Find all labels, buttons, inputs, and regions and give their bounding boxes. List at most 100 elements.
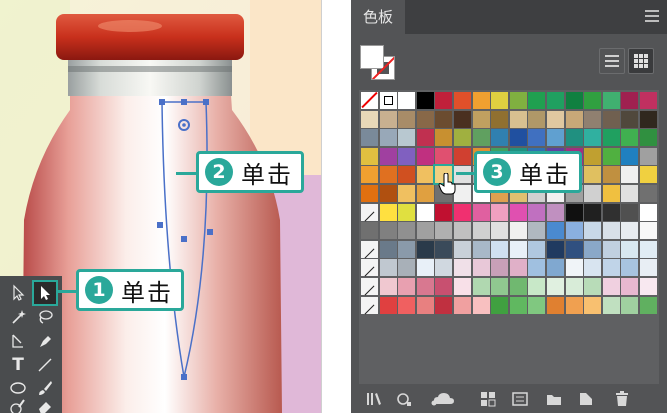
swatch[interactable] <box>435 129 453 147</box>
swatch[interactable] <box>547 92 564 109</box>
swatch[interactable] <box>509 92 527 109</box>
swatch[interactable] <box>491 259 509 277</box>
swatch[interactable] <box>379 240 397 258</box>
swatch[interactable] <box>454 259 471 277</box>
swatch[interactable] <box>640 278 657 295</box>
swatch[interactable] <box>584 278 602 295</box>
artboard-canvas[interactable]: 2 单击 T 1 单击 <box>0 0 322 413</box>
swatch-none[interactable] <box>361 92 378 109</box>
swatch[interactable] <box>640 222 657 240</box>
swatch[interactable] <box>416 203 434 221</box>
swatch[interactable] <box>584 185 602 202</box>
swatch[interactable] <box>454 296 471 314</box>
swatch[interactable] <box>472 203 490 221</box>
swatch[interactable] <box>528 296 546 314</box>
swatch[interactable] <box>640 92 657 109</box>
swatch[interactable] <box>509 203 527 221</box>
swatch[interactable] <box>398 296 416 314</box>
swatch[interactable] <box>398 92 416 109</box>
pen-anchor-tool[interactable] <box>7 330 29 352</box>
magic-wand-tool[interactable] <box>7 306 29 328</box>
swatch[interactable] <box>491 203 509 221</box>
swatch[interactable] <box>509 296 527 314</box>
swatch[interactable] <box>472 129 490 147</box>
swatch[interactable] <box>621 278 639 295</box>
swatch[interactable] <box>398 147 416 165</box>
swatch[interactable] <box>528 278 546 295</box>
tab-swatches[interactable]: 色板 <box>351 0 405 34</box>
swatch[interactable] <box>621 222 639 240</box>
trash-icon[interactable] <box>613 390 631 408</box>
swatch[interactable] <box>491 222 509 240</box>
swatch[interactable] <box>640 185 657 202</box>
swatch[interactable] <box>435 222 453 240</box>
swatch[interactable] <box>584 203 602 221</box>
swatch[interactable] <box>435 92 453 109</box>
swatch[interactable] <box>416 240 434 258</box>
swatch[interactable] <box>491 278 509 295</box>
cc-library-icon[interactable] <box>431 390 457 408</box>
swatch[interactable] <box>621 296 639 314</box>
swatch[interactable] <box>547 259 564 277</box>
swatch[interactable] <box>491 240 509 258</box>
swatch[interactable] <box>602 203 620 221</box>
swatch[interactable] <box>398 259 416 277</box>
swatch[interactable] <box>509 259 527 277</box>
swatch[interactable] <box>416 259 434 277</box>
swatch[interactable] <box>416 185 434 202</box>
swatch[interactable] <box>416 278 434 295</box>
swatch[interactable] <box>640 166 657 184</box>
swatch[interactable] <box>454 129 471 147</box>
swatch[interactable] <box>379 203 397 221</box>
swatch[interactable] <box>361 185 378 202</box>
type-tool[interactable]: T <box>7 354 29 376</box>
swatch[interactable] <box>584 147 602 165</box>
swatch[interactable] <box>379 147 397 165</box>
swatch[interactable] <box>602 147 620 165</box>
new-folder-icon[interactable] <box>545 390 563 408</box>
swatch[interactable] <box>491 110 509 128</box>
swatch[interactable] <box>398 129 416 147</box>
swatch[interactable] <box>379 110 397 128</box>
swatch[interactable] <box>454 147 471 165</box>
swatch[interactable] <box>398 278 416 295</box>
swatch[interactable] <box>565 222 583 240</box>
swatch[interactable] <box>584 129 602 147</box>
swatch[interactable] <box>640 240 657 258</box>
swatch[interactable] <box>621 203 639 221</box>
swatch[interactable] <box>454 222 471 240</box>
swatch[interactable] <box>398 185 416 202</box>
swatch[interactable] <box>640 203 657 221</box>
swatch[interactable] <box>565 92 583 109</box>
swatch[interactable] <box>602 259 620 277</box>
swatch[interactable] <box>584 92 602 109</box>
line-tool[interactable] <box>34 354 56 376</box>
swatch[interactable] <box>398 110 416 128</box>
swatch[interactable] <box>361 129 378 147</box>
swatch[interactable] <box>454 110 471 128</box>
list-view-button[interactable] <box>599 48 625 74</box>
grid-view-button[interactable] <box>628 48 654 74</box>
swatch-registration[interactable] <box>379 92 397 109</box>
swatch[interactable] <box>547 278 564 295</box>
swatch[interactable] <box>565 240 583 258</box>
swatch[interactable] <box>379 166 397 184</box>
swatch[interactable] <box>416 129 434 147</box>
swatch[interactable] <box>602 296 620 314</box>
swatch[interactable] <box>602 110 620 128</box>
swatch[interactable] <box>640 147 657 165</box>
swatch[interactable] <box>361 147 378 165</box>
swatch[interactable] <box>602 240 620 258</box>
lasso-tool[interactable] <box>34 306 56 328</box>
swatch[interactable] <box>379 278 397 295</box>
color-group-icon[interactable] <box>511 390 529 408</box>
swatch[interactable] <box>509 129 527 147</box>
swatch-group-folder-icon[interactable] <box>361 240 378 258</box>
swatch[interactable] <box>509 278 527 295</box>
swatch[interactable] <box>416 110 434 128</box>
swatch[interactable] <box>621 166 639 184</box>
swatch[interactable] <box>584 222 602 240</box>
swatch[interactable] <box>621 92 639 109</box>
swatch[interactable] <box>435 110 453 128</box>
swatch-group-folder-icon[interactable] <box>361 259 378 277</box>
